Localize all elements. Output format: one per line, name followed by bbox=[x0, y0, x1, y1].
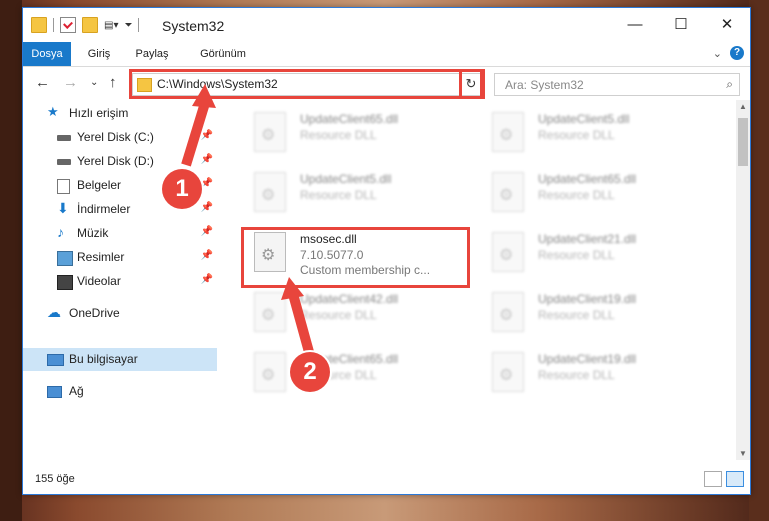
annotation-arrows bbox=[181, 84, 314, 354]
arrow-1-head bbox=[192, 84, 216, 108]
arrow-2-shaft bbox=[288, 292, 314, 354]
arrow-1-shaft bbox=[181, 101, 210, 167]
step-badge-2: 2 bbox=[290, 352, 330, 392]
step-badge-1: 1 bbox=[162, 169, 202, 209]
arrow-2-head bbox=[281, 277, 304, 300]
